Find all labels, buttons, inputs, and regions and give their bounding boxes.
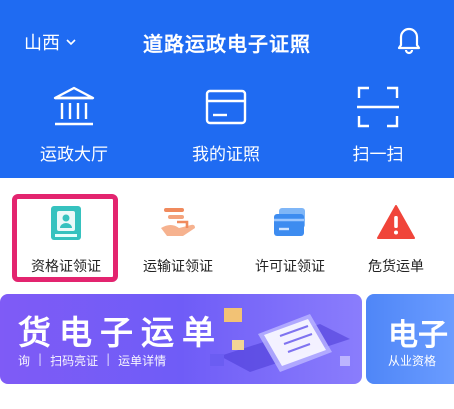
banner-subtitle: 从业资格 (388, 354, 437, 368)
divider: | (38, 352, 43, 366)
banner-waybill[interactable]: 货电子运单 询 | 扫码亮证 | 运单详情 (0, 294, 362, 384)
laptop-illustration (210, 308, 350, 372)
hazard-waybill-icon (377, 205, 415, 239)
transport-cert-icon (161, 208, 195, 236)
banner-sub-item: 询 (18, 354, 31, 368)
banner-sub-item: 运单详情 (118, 354, 167, 368)
quick-item-transport[interactable]: 运输证领证 (126, 178, 230, 288)
topnav-label: 我的证照 (192, 145, 260, 165)
card-icon (205, 89, 247, 125)
page-title: 道路运政电子证照 (143, 32, 311, 56)
quick-item-label: 许可证领证 (255, 259, 325, 275)
quick-item-label: 危货运单 (368, 259, 424, 275)
topnav-label: 运政大厅 (40, 145, 108, 165)
quick-item-hazard-waybill[interactable]: 危货运单 (346, 178, 446, 288)
divider: | (106, 352, 111, 366)
banner-subtitle: 询 | 扫码亮证 | 运单详情 (18, 352, 166, 369)
license-cert-icon (274, 208, 305, 236)
banner-title: 货电子运单 (18, 313, 223, 352)
bell-icon[interactable] (392, 22, 426, 56)
quick-item-label: 运输证领证 (143, 259, 213, 275)
banner-title: 电子 (388, 318, 448, 353)
topnav-item-scan[interactable]: 扫一扫 (308, 78, 448, 168)
top-navigation: 运政大厅 我的证照 扫一扫 (0, 78, 454, 168)
scan-icon (357, 86, 399, 128)
topnav-item-hall[interactable]: 运政大厅 (4, 78, 144, 168)
highlight-frame (12, 194, 118, 282)
government-building-icon (53, 86, 95, 126)
quick-item-license[interactable]: 许可证领证 (238, 178, 342, 288)
app-header: 山西 道路运政电子证照 运政大厅 我的证照 扫一扫 (0, 0, 454, 178)
topnav-label: 扫一扫 (352, 145, 404, 165)
banner-sub-item: 扫码亮证 (50, 354, 99, 368)
topnav-item-my-license[interactable]: 我的证照 (156, 78, 296, 168)
banner-e-certificate[interactable]: 电子 从业资格 (366, 294, 454, 384)
